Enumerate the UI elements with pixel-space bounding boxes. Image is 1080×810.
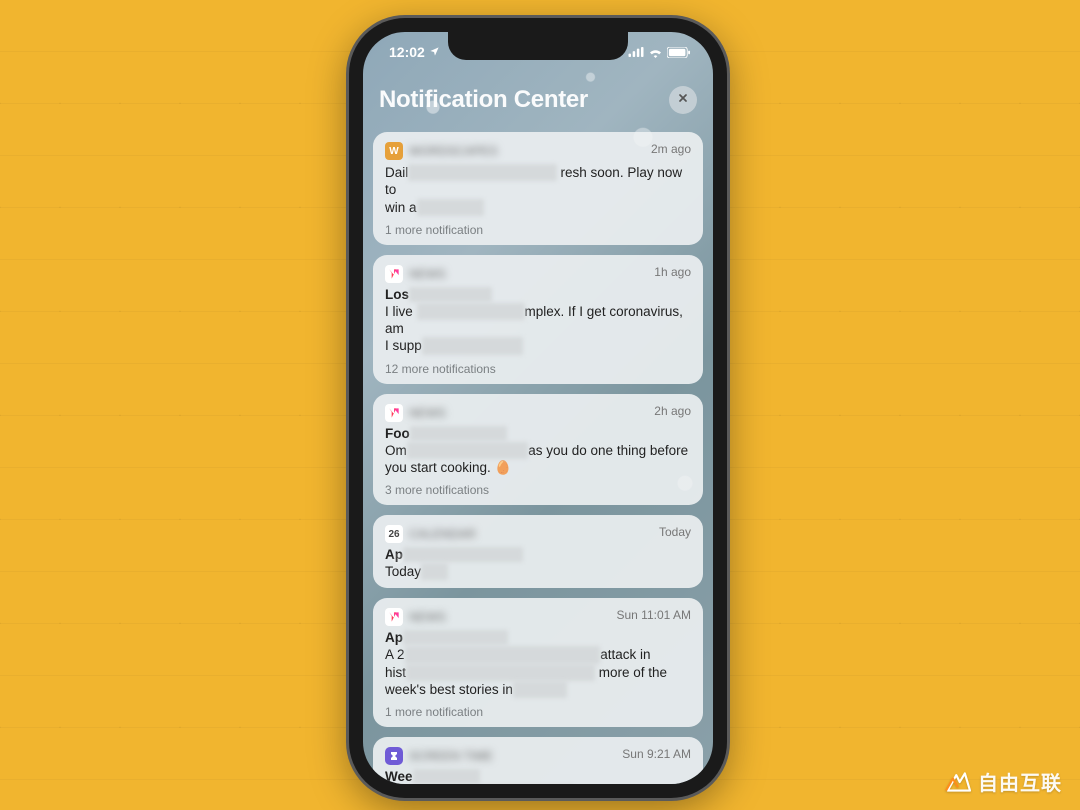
app-name: NEWS (409, 406, 446, 420)
app-icon (385, 265, 403, 283)
notification-title: Fooxxxxxxxxxxxxx (385, 426, 691, 441)
more-notifications[interactable]: 3 more notifications (385, 483, 691, 497)
app-name: SCREEN TIME (409, 749, 493, 763)
notification-body: A 2xxxxxxxxxxxxxxxxxxxxxxxxxxxxxattack i… (385, 646, 691, 698)
more-notifications[interactable]: 1 more notification (385, 223, 691, 237)
location-icon (429, 44, 440, 60)
notification-title: Apxxxxxxxxxxxxxxxx (385, 547, 691, 562)
page-title: Notification Center (379, 86, 588, 114)
notification-list[interactable]: W WORDSCAPES 2m ago Dailyxxxxxxxxxxxxxxx… (363, 132, 713, 784)
watermark: 自由互联 (944, 767, 1062, 796)
signal-icon (628, 47, 644, 57)
status-time: 12:02 (389, 44, 425, 60)
app-icon: 26 (385, 525, 403, 543)
notification-body: Todayxxxx (385, 563, 691, 580)
notification-card[interactable]: NEWS 1h ago Losxxxxxxxxxxx I live xxxxxx… (373, 255, 703, 384)
watermark-icon (944, 770, 972, 794)
screen: 12:02 Notification Center (363, 32, 713, 784)
app-name: NEWS (409, 610, 446, 624)
notification-title: Apxxxxxxxxxxxxxx (385, 630, 691, 645)
notification-body: I live xxxxxxxxxxxxxxxxmplex. If I get c… (385, 303, 691, 355)
notification-body: Omxxxxxxxxxxxxxxxxxxas you do one thing … (385, 442, 691, 477)
app-name: NEWS (409, 267, 446, 281)
timestamp: 2m ago (651, 142, 691, 156)
notification-title: Losxxxxxxxxxxx (385, 287, 691, 302)
app-name: CALENDAR (409, 527, 476, 541)
wifi-icon (648, 47, 663, 58)
app-name: WORDSCAPES (409, 144, 498, 158)
watermark-text: 自由互联 (978, 767, 1062, 796)
timestamp: 2h ago (654, 404, 691, 418)
notification-title: Weexxxxxxxxx (385, 769, 691, 784)
notch (448, 32, 628, 60)
app-icon (385, 404, 403, 422)
battery-icon (667, 47, 691, 58)
phone-frame: 12:02 Notification Center (349, 18, 727, 798)
more-notifications[interactable]: 12 more notifications (385, 362, 691, 376)
notification-card[interactable]: NEWS Sun 11:01 AM Apxxxxxxxxxxxxxx A 2xx… (373, 598, 703, 727)
timestamp: Sun 9:21 AM (622, 747, 691, 761)
notification-body: Dailyxxxxxxxxxxxxxxxxxxxxx resh soon. Pl… (385, 164, 691, 216)
app-icon: W (385, 142, 403, 160)
notification-card[interactable]: SCREEN TIME Sun 9:21 AM Weexxxxxxxxx You… (373, 737, 703, 784)
timestamp: Sun 11:01 AM (617, 608, 692, 622)
notification-card[interactable]: 26 CALENDAR Today Apxxxxxxxxxxxxxxxx Tod… (373, 515, 703, 588)
timestamp: 1h ago (654, 265, 691, 279)
app-icon (385, 608, 403, 626)
header: Notification Center (363, 72, 713, 124)
more-notifications[interactable]: 1 more notification (385, 705, 691, 719)
notification-card[interactable]: NEWS 2h ago Fooxxxxxxxxxxxxx Omxxxxxxxxx… (373, 394, 703, 506)
close-button[interactable] (669, 86, 697, 114)
notification-card[interactable]: W WORDSCAPES 2m ago Dailyxxxxxxxxxxxxxxx… (373, 132, 703, 245)
close-icon (677, 91, 689, 109)
timestamp: Today (659, 525, 691, 539)
app-icon (385, 747, 403, 765)
